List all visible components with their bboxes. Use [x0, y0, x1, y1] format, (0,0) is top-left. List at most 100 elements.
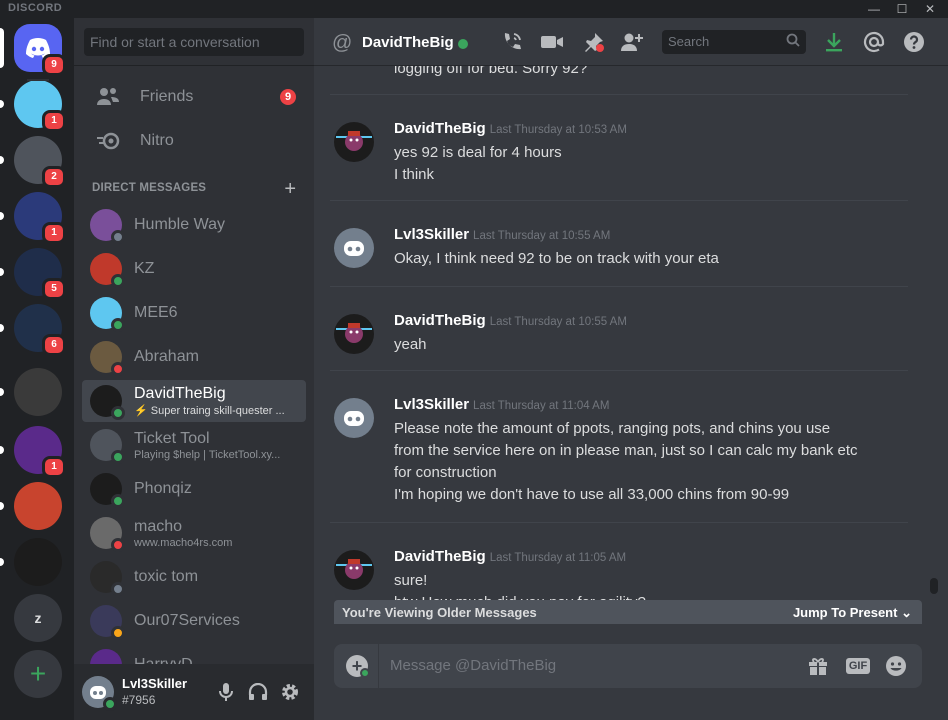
avatar	[90, 517, 125, 552]
message-list: logging off for bed. Sorry 92? DavidTheB…	[314, 66, 948, 620]
emoji-icon[interactable]	[884, 654, 908, 678]
unread-indicator	[0, 28, 4, 68]
server-icon-wolf-server[interactable]: 1	[0, 426, 66, 478]
username: Lvl3Skiller	[122, 676, 188, 691]
avatar	[90, 209, 125, 244]
message-timestamp: Last Thursday at 10:55 AM	[473, 230, 611, 242]
mention-badge: 5	[42, 278, 66, 300]
message-divider	[330, 94, 908, 95]
unread-indicator	[0, 100, 4, 108]
dm-item[interactable]: macho www.macho4rs.com	[82, 512, 306, 554]
avatar[interactable]	[82, 676, 117, 711]
dm-item[interactable]: toxic tom	[82, 556, 306, 598]
avatar[interactable]	[334, 122, 374, 162]
friends-label: Friends	[140, 88, 194, 105]
server-icon-ytb-server[interactable]	[0, 482, 62, 530]
avatar	[90, 605, 125, 640]
video-call-icon[interactable]	[540, 30, 564, 54]
dm-item[interactable]: Humble Way	[82, 204, 306, 246]
message-text: yes 92 is deal for 4 hours	[394, 144, 562, 161]
voice-call-icon[interactable]	[500, 30, 524, 54]
dm-item[interactable]: MEE6	[82, 292, 306, 334]
jump-to-present-button[interactable]: Jump To Present ⌄	[793, 605, 912, 621]
channel-title: DavidTheBig	[362, 34, 454, 51]
jump-to-present-label: Jump To Present	[792, 605, 898, 620]
status-online	[103, 697, 117, 711]
maximize-icon[interactable]: ☐	[888, 0, 916, 18]
message-author[interactable]: Lvl3Skiller	[394, 396, 469, 413]
avatar[interactable]	[334, 550, 374, 590]
status-icon	[111, 450, 125, 464]
message-timestamp: Last Thursday at 10:55 AM	[489, 316, 627, 328]
nitro-nav[interactable]: Nitro	[82, 120, 306, 162]
search-input[interactable]: Search	[662, 30, 806, 54]
server-icon-davidthebig-server[interactable]	[0, 538, 62, 586]
avatar[interactable]	[334, 314, 374, 354]
friends-nav[interactable]: Friends 9	[82, 76, 306, 118]
message-author[interactable]: DavidTheBig	[394, 120, 486, 137]
message-author[interactable]: DavidTheBig	[394, 312, 486, 329]
unread-indicator	[0, 324, 4, 332]
message-timestamp: Last Thursday at 10:53 AM	[489, 124, 627, 136]
server-icon-discord-home[interactable]: 9	[0, 24, 66, 76]
mention-badge: 9	[42, 54, 66, 76]
close-icon[interactable]: ✕	[916, 0, 944, 18]
avatar	[90, 429, 125, 464]
download-icon[interactable]	[822, 30, 846, 54]
conversation-search-input[interactable]: Find or start a conversation	[84, 28, 304, 56]
older-messages-bar: You're Viewing Older Messages Jump To Pr…	[334, 600, 922, 624]
divider	[74, 65, 314, 66]
server-icon-ticket-server[interactable]: 2	[0, 136, 66, 188]
message-input[interactable]: Message @DavidTheBig	[390, 657, 556, 674]
avatar[interactable]	[334, 398, 374, 438]
microphone-icon[interactable]	[214, 680, 238, 704]
title-bar: DISCORD — ☐ ✕	[0, 0, 948, 18]
dm-name: MEE6	[134, 304, 178, 321]
server-icon-rs-server[interactable]	[0, 368, 62, 416]
avatar[interactable]	[334, 228, 374, 268]
dm-name: KZ	[134, 260, 155, 277]
dm-item[interactable]: KZ	[82, 248, 306, 290]
gif-button[interactable]: GIF	[844, 654, 872, 678]
server-icon-lim-server[interactable]: 5	[0, 248, 66, 300]
dm-activity: ⚡ Super traing skill-quester ...	[134, 405, 285, 417]
dm-item[interactable]: Phonqiz	[82, 468, 306, 510]
friends-icon	[94, 85, 122, 109]
dm-item[interactable]: Ticket Tool Playing $help | TicketTool.xy…	[82, 424, 306, 466]
message-author[interactable]: Lvl3Skiller	[394, 226, 469, 243]
pinned-messages-icon[interactable]	[582, 30, 606, 54]
gift-icon[interactable]	[806, 654, 830, 678]
status-icon	[111, 494, 125, 508]
server-label: z	[34, 610, 42, 626]
dm-name: toxic tom	[134, 568, 199, 585]
dm-item[interactable]: DavidTheBig ⚡ Super traing skill-quester …	[82, 380, 306, 422]
server-icon-mee6-server[interactable]: 1	[0, 80, 66, 132]
headphones-icon[interactable]	[246, 680, 270, 704]
add-server-icon[interactable]: +	[14, 650, 62, 698]
dm-activity: www.macho4rs.com	[134, 536, 233, 549]
chat-area: @ DavidTheBig Search logging off for bed…	[314, 18, 948, 720]
add-friend-to-dm-icon[interactable]	[620, 30, 644, 54]
server-icon-crown-server[interactable]: 6	[0, 304, 66, 356]
mention-badge: 2	[42, 166, 66, 188]
help-icon[interactable]	[902, 30, 926, 54]
server-icon-owner-server[interactable]: 1	[0, 192, 66, 244]
online-status-icon	[458, 39, 468, 49]
dm-item[interactable]: Our07Services	[82, 600, 306, 642]
dm-item[interactable]: Abraham	[82, 336, 306, 378]
scrollbar-thumb[interactable]	[930, 578, 938, 594]
message-divider	[330, 286, 908, 287]
minimize-icon[interactable]: —	[860, 0, 888, 18]
avatar	[90, 385, 125, 420]
avatar	[90, 473, 125, 508]
dm-name: macho	[134, 517, 183, 535]
settings-gear-icon[interactable]	[278, 680, 302, 704]
status-icon	[111, 538, 125, 552]
mention-badge: 1	[42, 456, 66, 478]
mentions-icon[interactable]	[862, 30, 886, 54]
avatar	[90, 341, 125, 376]
create-dm-plus-icon[interactable]: +	[284, 178, 296, 201]
status-icon	[111, 406, 125, 420]
server-icon-z-server[interactable]: z	[14, 594, 62, 642]
message-author[interactable]: DavidTheBig	[394, 548, 486, 565]
